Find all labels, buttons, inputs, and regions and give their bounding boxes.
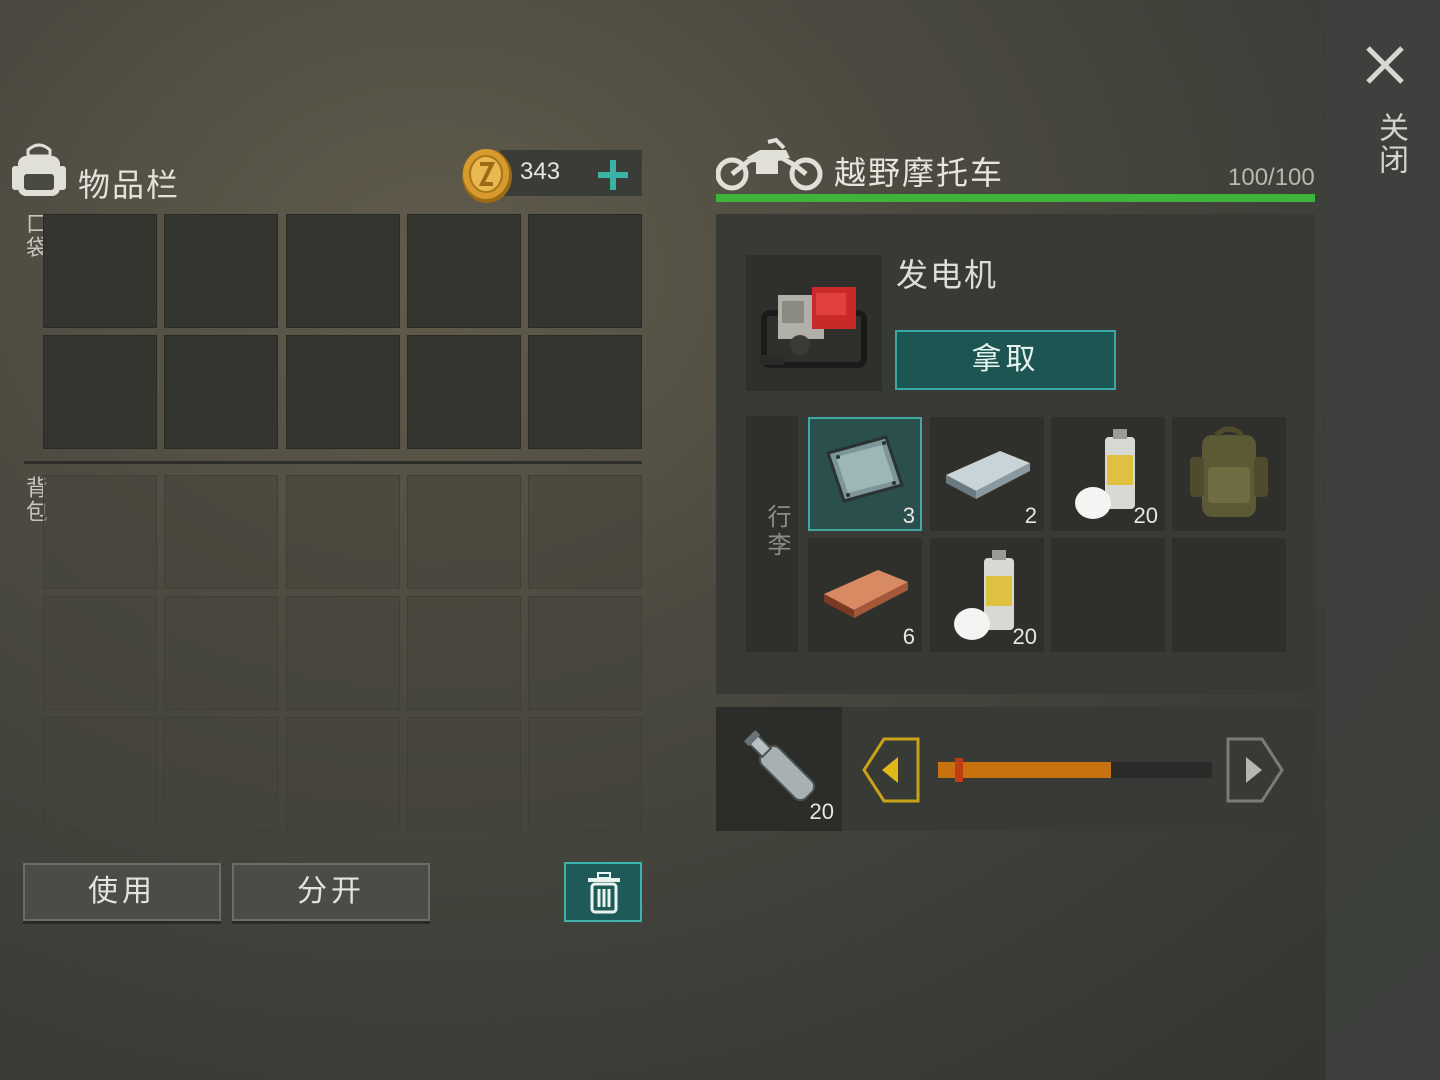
backpack-slot[interactable] <box>164 717 278 831</box>
add-coins-icon[interactable] <box>596 158 630 192</box>
trunk-slot[interactable]: 20 <box>1051 417 1165 531</box>
trunk-slot[interactable]: 2 <box>930 417 1044 531</box>
arrow-left-icon[interactable] <box>862 737 920 803</box>
backpack-slot[interactable] <box>286 596 400 710</box>
item-qty: 3 <box>902 503 915 528</box>
use-button[interactable]: 使用 <box>23 863 221 921</box>
pocket-slot[interactable] <box>286 214 400 328</box>
pocket-slot[interactable] <box>43 214 157 328</box>
backpack-slot[interactable] <box>407 596 521 710</box>
backpack-slot[interactable] <box>43 717 157 831</box>
trash-button[interactable] <box>564 862 642 922</box>
vehicle-title: 越野摩托车 <box>834 154 1005 192</box>
backpack-slot[interactable] <box>286 475 400 589</box>
transfer-qty: 20 <box>809 799 834 824</box>
item-qty: 20 <box>1133 503 1158 528</box>
inventory-title: 物品栏 <box>78 166 181 204</box>
pocket-slot[interactable] <box>164 214 278 328</box>
coin-count: 343 <box>520 158 561 185</box>
pocket-slot[interactable] <box>286 335 400 449</box>
backpack-slot[interactable] <box>286 717 400 831</box>
slider-fill <box>938 762 1111 778</box>
close-icon[interactable] <box>1362 42 1408 88</box>
trash-icon <box>588 872 620 914</box>
slider-handle[interactable] <box>955 758 963 782</box>
trunk-slot[interactable] <box>1051 538 1165 652</box>
transfer-item-slot[interactable]: 20 <box>716 707 842 831</box>
coin-icon <box>462 149 512 203</box>
split-button[interactable]: 分开 <box>232 863 430 921</box>
item-qty: 20 <box>1012 624 1037 649</box>
pocket-slot[interactable] <box>407 214 521 328</box>
trunk-slot[interactable] <box>1172 538 1286 652</box>
trunk-label: 行李 <box>763 504 791 560</box>
backpack-slot[interactable] <box>43 596 157 710</box>
plastic-bottle-icon <box>743 729 816 802</box>
backpack-slot[interactable] <box>164 475 278 589</box>
steel-ingot-icon <box>946 451 1030 499</box>
backpack-slot[interactable] <box>528 475 642 589</box>
take-button[interactable]: 拿取 <box>895 330 1116 390</box>
durability-fill <box>716 194 1315 202</box>
pocket-slot[interactable] <box>407 335 521 449</box>
backpack-slot[interactable] <box>43 475 157 589</box>
spray-paint-icon <box>1075 429 1135 519</box>
pocket-slot[interactable] <box>164 335 278 449</box>
item-qty: 6 <box>902 624 915 649</box>
quantity-slider[interactable] <box>938 762 1212 778</box>
durability-bar <box>716 194 1315 202</box>
arrow-right-icon[interactable] <box>1226 737 1284 803</box>
pocket-slot[interactable] <box>528 335 642 449</box>
pocket-slot[interactable] <box>43 335 157 449</box>
copper-ingot-icon <box>824 570 908 618</box>
vehicle-durability: 100/100 <box>1228 164 1315 191</box>
backpack-slot[interactable] <box>528 596 642 710</box>
backpack-icon <box>12 143 66 196</box>
motorcycle-icon <box>716 137 823 191</box>
backpack-slot[interactable] <box>164 596 278 710</box>
selected-item-name: 发电机 <box>896 256 999 294</box>
section-divider <box>24 461 642 464</box>
backpack-slot[interactable] <box>407 475 521 589</box>
backpack-slot[interactable] <box>407 717 521 831</box>
trunk-slot[interactable]: 3 <box>808 417 922 531</box>
military-backpack-icon <box>1190 426 1268 517</box>
item-qty: 2 <box>1024 503 1037 528</box>
generator-icon <box>760 287 867 368</box>
trunk-slot[interactable] <box>1172 417 1286 531</box>
selected-item-slot[interactable] <box>746 255 882 391</box>
pocket-slot[interactable] <box>528 214 642 328</box>
trunk-slot[interactable]: 20 <box>930 538 1044 652</box>
trunk-slot[interactable]: 6 <box>808 538 922 652</box>
close-label[interactable]: 关闭 <box>1366 112 1408 176</box>
backpack-slot[interactable] <box>528 717 642 831</box>
metal-sheet-icon <box>826 435 904 503</box>
spray-paint-icon <box>954 550 1014 640</box>
